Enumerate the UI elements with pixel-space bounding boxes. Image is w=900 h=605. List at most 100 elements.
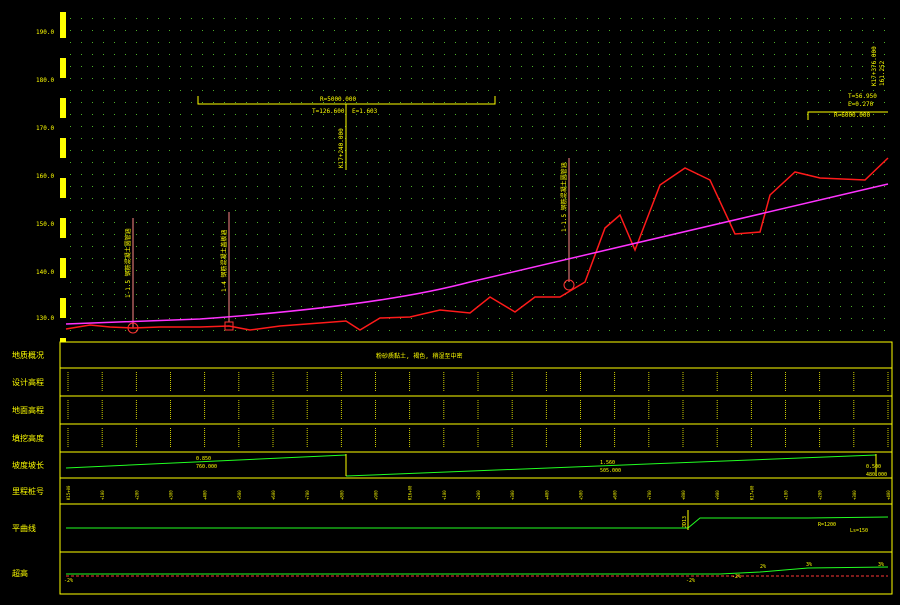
grid-dot — [433, 54, 434, 55]
geology-note: 粉砂质黏土, 褐色, 稍湿至中密 — [376, 352, 462, 360]
grid-dot — [587, 162, 588, 163]
grid-dot — [675, 78, 676, 79]
grid-dot — [81, 138, 82, 139]
grid-dot — [554, 174, 555, 175]
grid-dot — [807, 138, 808, 139]
grid-dot — [92, 222, 93, 223]
grid-dot — [169, 66, 170, 67]
grid-dot — [796, 186, 797, 187]
grid-dot — [752, 42, 753, 43]
grid-dot — [422, 330, 423, 331]
grid-dot — [752, 318, 753, 319]
grid-dot — [290, 126, 291, 127]
grid-dot — [290, 234, 291, 235]
grid-dot — [488, 174, 489, 175]
grid-dot — [807, 162, 808, 163]
grid-dot — [708, 114, 709, 115]
grid-dot — [114, 234, 115, 235]
grid-dot — [81, 114, 82, 115]
grid-dot — [367, 282, 368, 283]
grid-dot — [125, 42, 126, 43]
superelevation-label-1: -2% — [64, 578, 73, 584]
grid-dot — [290, 270, 291, 271]
grid-dot — [81, 30, 82, 31]
grid-dot — [653, 114, 654, 115]
grid-dot — [708, 222, 709, 223]
grid-dot — [576, 210, 577, 211]
grid-dot — [587, 174, 588, 175]
grid-dot — [389, 222, 390, 223]
grid-dot — [653, 162, 654, 163]
grid-dot — [169, 330, 170, 331]
grid-dot — [664, 258, 665, 259]
grid-dot — [587, 306, 588, 307]
grid-dot — [488, 186, 489, 187]
grid-dot — [807, 318, 808, 319]
grid-dot — [334, 198, 335, 199]
grid-dot — [807, 270, 808, 271]
grid-dot — [796, 90, 797, 91]
grid-dot — [147, 270, 148, 271]
grid-dot — [620, 126, 621, 127]
grid-dot — [411, 138, 412, 139]
grid-dot — [191, 90, 192, 91]
grid-dot — [862, 258, 863, 259]
grid-dot — [114, 210, 115, 211]
grid-dot — [719, 66, 720, 67]
grid-dot — [565, 114, 566, 115]
grid-dot — [774, 126, 775, 127]
grid-dot — [246, 138, 247, 139]
grid-dot — [389, 294, 390, 295]
grid-dot — [675, 66, 676, 67]
grid-dot — [268, 30, 269, 31]
grid-dot — [422, 270, 423, 271]
grid-dot — [510, 318, 511, 319]
grid-dot — [169, 114, 170, 115]
grid-dot — [807, 78, 808, 79]
grid-dot — [444, 258, 445, 259]
grid-dot — [466, 210, 467, 211]
grid-dots — [70, 18, 885, 331]
grid-dot — [290, 42, 291, 43]
grid-dot — [642, 222, 643, 223]
grid-dot — [202, 90, 203, 91]
grid-dot — [719, 318, 720, 319]
grid-dot — [169, 102, 170, 103]
grid-dot — [257, 126, 258, 127]
grid-dot — [807, 258, 808, 259]
grid-dot — [587, 102, 588, 103]
grid-dot — [136, 66, 137, 67]
grid-dot — [807, 306, 808, 307]
grid-dot — [257, 102, 258, 103]
grid-dot — [158, 114, 159, 115]
grid-dot — [323, 222, 324, 223]
grid-dot — [136, 78, 137, 79]
grid-dot — [477, 30, 478, 31]
grid-dot — [389, 54, 390, 55]
grid-dot — [180, 186, 181, 187]
grid-dot — [774, 282, 775, 283]
grid-dot — [653, 282, 654, 283]
grid-dot — [114, 270, 115, 271]
grid-dot — [631, 162, 632, 163]
grid-dot — [367, 54, 368, 55]
grid-dot — [92, 210, 93, 211]
grid-dot — [356, 138, 357, 139]
grid-dot — [334, 18, 335, 19]
grid-dot — [631, 42, 632, 43]
grid-dot — [147, 306, 148, 307]
grid-dot — [202, 222, 203, 223]
grid-dot — [752, 54, 753, 55]
grid-dot — [763, 90, 764, 91]
grid-dot — [411, 78, 412, 79]
grid-dot — [653, 66, 654, 67]
grid-dot — [884, 102, 885, 103]
grid-dot — [125, 78, 126, 79]
grid-dot — [158, 198, 159, 199]
grid-dot — [675, 186, 676, 187]
grid-dot — [543, 258, 544, 259]
grid-dot — [411, 210, 412, 211]
grid-dot — [873, 114, 874, 115]
grid-dot — [224, 78, 225, 79]
superelevation-label-3: -2% — [732, 574, 741, 580]
